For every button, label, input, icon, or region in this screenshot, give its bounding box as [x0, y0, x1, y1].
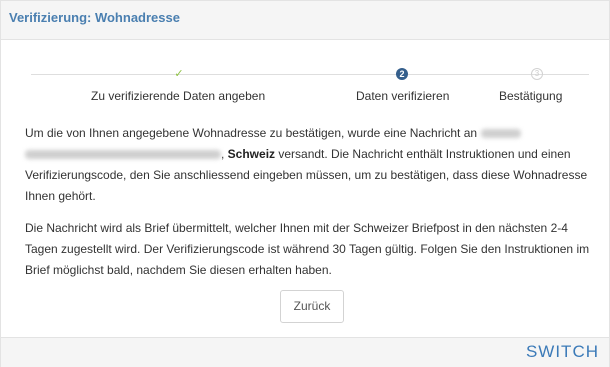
step-3-icon: 3	[531, 68, 543, 80]
verification-panel: Verifizierung: Wohnadresse ✓ 2 3 Zu veri…	[0, 0, 610, 367]
instruction-paragraph: Um die von Ihnen angegebene Wohnadresse …	[25, 126, 588, 203]
instruction-text-start: Um die von Ihnen angegebene Wohnadresse …	[25, 126, 478, 140]
progress-track	[31, 74, 589, 75]
country-name: Schweiz	[227, 147, 276, 161]
step-label-enter-data: Zu verifizierende Daten angeben	[91, 89, 266, 103]
step-label-confirmation: Bestätigung	[499, 89, 563, 103]
panel-header: Verifizierung: Wohnadresse	[1, 1, 609, 40]
step-label-verify-data: Daten verifizieren	[356, 89, 450, 103]
check-icon: ✓	[174, 68, 184, 80]
step-2-icon: 2	[396, 68, 408, 80]
delivery-info-paragraph: Die Nachricht wird als Brief übermittelt…	[25, 221, 590, 277]
redacted-address	[25, 150, 221, 160]
redacted-address	[481, 129, 522, 139]
switch-logo: SWITCH	[525, 342, 599, 361]
footer: SWITCH	[1, 337, 609, 367]
back-button[interactable]: Zurück	[280, 290, 344, 323]
page-title: Verifizierung: Wohnadresse	[9, 10, 180, 25]
